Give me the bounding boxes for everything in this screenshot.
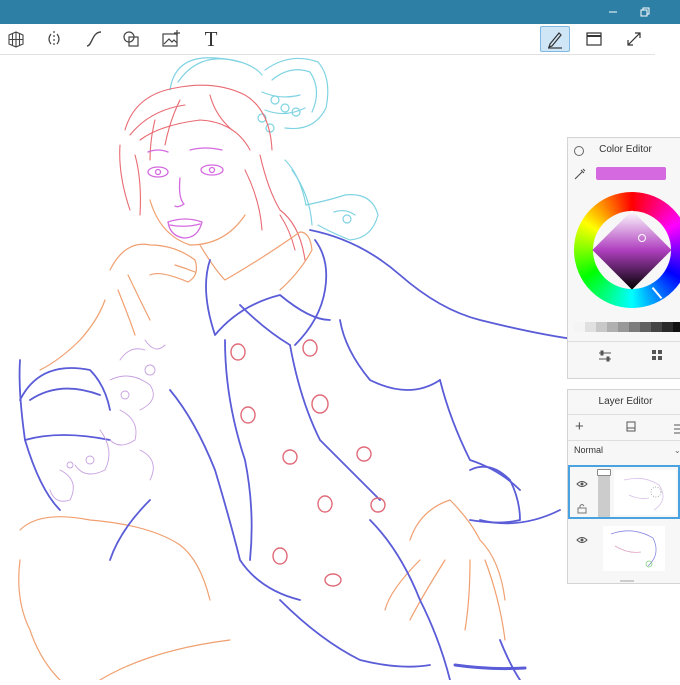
current-color-swatch[interactable] bbox=[596, 167, 666, 180]
layer-row[interactable] bbox=[568, 465, 680, 519]
add-layer-icon[interactable]: + bbox=[575, 419, 584, 434]
blend-mode-select[interactable]: Normal bbox=[574, 445, 603, 455]
toolbar: T bbox=[0, 24, 655, 55]
layer-editor-panel: Layer Editor + Normal ⌄ bbox=[567, 389, 680, 584]
color-wheel[interactable] bbox=[574, 192, 680, 310]
lock-icon[interactable] bbox=[577, 501, 587, 519]
layer-menu-icon[interactable] bbox=[674, 421, 680, 439]
fullscreen-icon[interactable] bbox=[620, 26, 648, 52]
layer-editor-title: Layer Editor bbox=[598, 396, 653, 407]
shapes-icon[interactable] bbox=[117, 26, 145, 52]
divider bbox=[568, 440, 680, 441]
visibility-eye-icon[interactable] bbox=[576, 531, 588, 549]
merge-layer-icon[interactable] bbox=[626, 420, 636, 438]
curve-stroke-icon[interactable] bbox=[80, 26, 108, 52]
symmetry-icon[interactable] bbox=[40, 26, 68, 52]
minimize-icon[interactable] bbox=[598, 0, 628, 24]
pen-icon[interactable] bbox=[540, 26, 570, 52]
panel-resize-grip[interactable] bbox=[620, 580, 634, 582]
floral-pattern-sketch bbox=[49, 339, 166, 502]
text-icon[interactable]: T bbox=[197, 26, 225, 52]
chevron-down-icon[interactable]: ⌄ bbox=[674, 446, 680, 455]
opacity-slider-handle[interactable] bbox=[597, 469, 611, 476]
opacity-slider[interactable] bbox=[597, 469, 611, 517]
layer-thumbnail bbox=[603, 526, 665, 571]
color-picker-handle[interactable] bbox=[638, 234, 646, 242]
skin-sketch bbox=[18, 199, 506, 681]
window-icon[interactable] bbox=[580, 26, 608, 52]
perspective-grid-icon[interactable] bbox=[2, 26, 30, 52]
sliders-icon[interactable] bbox=[598, 349, 612, 367]
layer-row[interactable] bbox=[568, 523, 680, 577]
eyedropper-icon[interactable] bbox=[573, 167, 587, 186]
coat-buttons bbox=[230, 339, 386, 587]
grayscale-palette[interactable] bbox=[574, 322, 680, 332]
divider bbox=[568, 414, 680, 415]
swatches-grid-icon[interactable] bbox=[651, 348, 663, 366]
face-sketch bbox=[147, 147, 224, 239]
color-editor-panel: Color Editor bbox=[567, 137, 680, 379]
color-editor-title: Color Editor bbox=[599, 144, 652, 155]
insert-image-icon[interactable] bbox=[157, 26, 185, 52]
coat-sketch bbox=[18, 229, 581, 681]
divider bbox=[568, 341, 680, 342]
title-bar bbox=[0, 0, 680, 24]
visibility-eye-icon[interactable] bbox=[576, 475, 588, 493]
restore-icon[interactable] bbox=[630, 0, 660, 24]
layer-thumbnail bbox=[614, 470, 676, 515]
